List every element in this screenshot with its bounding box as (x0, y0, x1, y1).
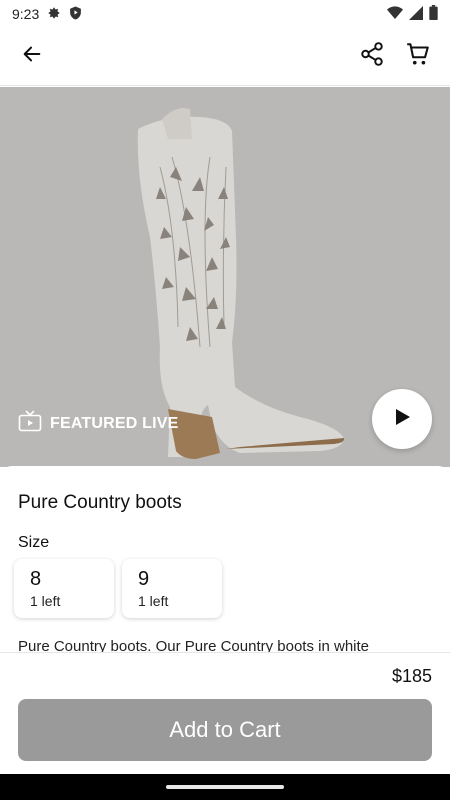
wifi-icon (387, 5, 403, 23)
product-details-sheet: Pure Country boots Size 8 1 left 9 1 lef… (0, 466, 450, 654)
signal-icon (409, 5, 423, 23)
cart-icon (405, 41, 431, 72)
size-stock: 1 left (30, 593, 61, 609)
add-to-cart-button[interactable]: Add to Cart (18, 699, 432, 761)
size-stock: 1 left (138, 593, 169, 609)
app-bar (0, 28, 450, 86)
cart-button[interactable] (398, 37, 438, 77)
play-icon (392, 407, 412, 432)
product-media[interactable]: FEATURED LIVE (0, 87, 450, 467)
product-price: $185 (391, 666, 432, 686)
back-button[interactable] (12, 37, 52, 77)
shield-icon (69, 6, 82, 23)
battery-icon (429, 5, 438, 23)
status-time: 9:23 (12, 6, 40, 22)
product-title: Pure Country boots (18, 492, 182, 513)
share-icon (359, 41, 385, 72)
tv-icon (18, 410, 42, 437)
featured-live-badge: FEATURED LIVE (18, 410, 179, 437)
size-number: 9 (138, 568, 150, 590)
size-number: 8 (30, 568, 42, 590)
share-button[interactable] (352, 37, 392, 77)
gear-icon (47, 6, 61, 23)
status-left: 9:23 (12, 6, 82, 23)
purchase-bar: $185 Add to Cart (0, 652, 450, 774)
play-button[interactable] (372, 389, 432, 449)
status-bar: 9:23 (0, 0, 450, 28)
size-option-9[interactable]: 9 1 left (122, 559, 222, 618)
back-arrow-icon (21, 43, 43, 70)
system-nav-bar (0, 774, 450, 800)
featured-live-label: FEATURED LIVE (50, 414, 179, 432)
home-gesture-handle[interactable] (166, 785, 284, 789)
status-right (387, 5, 438, 23)
size-options: 8 1 left 9 1 left (14, 559, 222, 618)
size-label: Size (18, 534, 50, 551)
size-option-8[interactable]: 8 1 left (14, 559, 114, 618)
